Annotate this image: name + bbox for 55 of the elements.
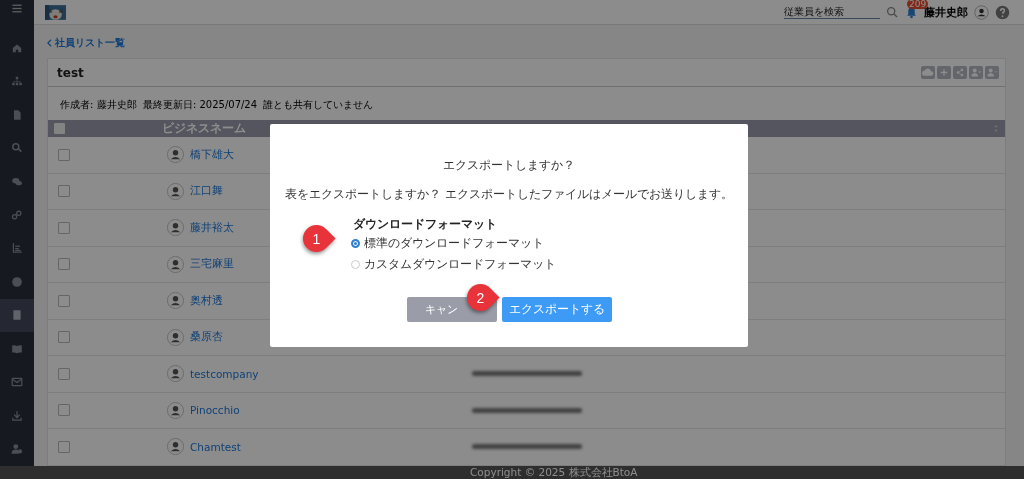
employee-name-link[interactable]: Chamtest	[190, 440, 450, 453]
user-avatar-icon[interactable]	[974, 4, 989, 20]
format-label: ダウンロードフォーマット	[353, 217, 498, 232]
sort-icon[interactable]	[993, 124, 999, 133]
sitemap-icon	[11, 75, 23, 88]
select-all-checkbox[interactable]	[54, 123, 65, 134]
employee-name-link[interactable]: Pinocchio	[190, 404, 450, 417]
search-icon[interactable]	[886, 5, 899, 19]
avatar-icon	[167, 292, 184, 310]
row-checkbox[interactable]	[58, 404, 70, 417]
list-meta: 作成者: 藤井史郎 最終更新日: 2025/07/24 誰とも共有していません	[60, 98, 375, 112]
format-option[interactable]: 標準のダウンロードフォーマット	[351, 235, 556, 252]
row-checkbox[interactable]	[58, 331, 70, 344]
avatar-icon	[167, 219, 184, 237]
employee-name-link[interactable]: testcompany	[190, 367, 450, 380]
plus-icon[interactable]	[937, 66, 951, 79]
search-icon	[11, 142, 23, 155]
user-settings-icon	[11, 443, 23, 456]
help-icon[interactable]	[995, 4, 1010, 20]
avatar-icon	[167, 365, 184, 383]
download-icon	[11, 409, 23, 422]
avatar-icon	[167, 438, 184, 456]
avatar-icon	[167, 255, 184, 273]
row-checkbox[interactable]	[58, 221, 70, 234]
row-checkbox[interactable]	[58, 367, 70, 380]
avatar-icon	[167, 401, 184, 419]
add-user-icon[interactable]	[969, 66, 983, 79]
list-title: test	[57, 65, 85, 80]
mail-icon	[11, 376, 23, 389]
avatar-icon	[167, 182, 184, 200]
document-icon	[11, 108, 23, 121]
dialog-title: エクスポートしますか？	[443, 157, 575, 174]
search-field[interactable]: 従業員を検索	[784, 5, 880, 19]
chart-icon	[11, 242, 23, 255]
export-button[interactable]: エクスポートする	[501, 297, 612, 322]
link-icon	[11, 209, 23, 221]
chat-icon	[11, 175, 23, 188]
row-checkbox[interactable]	[58, 258, 70, 271]
avatar-icon	[167, 328, 184, 346]
chevron-left-icon[interactable]	[47, 39, 52, 47]
back-link[interactable]: 社員リスト一覧	[55, 36, 125, 50]
avatar-icon	[167, 146, 184, 164]
share-icon[interactable]	[953, 66, 967, 79]
remove-user-icon[interactable]	[985, 66, 999, 79]
row-checkbox[interactable]	[58, 148, 70, 161]
row-checkbox[interactable]	[58, 185, 70, 198]
sidebar-item[interactable]	[0, 298, 34, 333]
book-icon	[11, 342, 23, 355]
dialog-message: 表をエクスポートしますか？ エクスポートしたファイルはメールでお送りします。	[285, 186, 733, 203]
copyright-text: Copyright © 2025 株式会社BtoA	[470, 465, 638, 479]
cloud-download-icon[interactable]	[921, 66, 935, 79]
row-checkbox[interactable]	[58, 440, 70, 453]
row-checkbox[interactable]	[58, 294, 70, 307]
menu-icon[interactable]	[10, 2, 24, 15]
format-option[interactable]: カスタムダウンロードフォーマット	[351, 256, 556, 273]
